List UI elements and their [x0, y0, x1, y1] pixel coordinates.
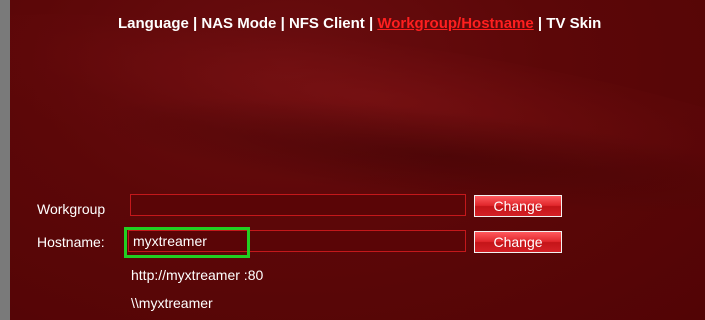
nav-tv-skin[interactable]: TV Skin	[546, 15, 601, 32]
nav-separator: |	[280, 15, 285, 32]
hostname-label: Hostname:	[37, 234, 105, 250]
workgroup-change-button[interactable]: Change	[474, 195, 562, 217]
nav-workgroup-hostname[interactable]: Workgroup/Hostname	[377, 15, 533, 32]
settings-panel: Language | NAS Mode | NFS Client | Workg…	[10, 0, 705, 320]
workgroup-input[interactable]	[130, 194, 466, 216]
smb-path: \\myxtreamer	[131, 295, 213, 311]
nav-separator: |	[537, 15, 543, 32]
nav-nas-mode[interactable]: NAS Mode	[201, 15, 276, 32]
nav-language[interactable]: Language	[118, 15, 189, 32]
nav-nfs-client[interactable]: NFS Client	[289, 15, 365, 32]
nav-separator: |	[193, 15, 198, 32]
workgroup-label: Workgroup	[37, 201, 106, 217]
nav-separator: |	[368, 15, 374, 32]
http-address: http://myxtreamer :80	[131, 267, 264, 283]
hostname-change-button[interactable]: Change	[474, 231, 562, 253]
top-nav: Language | NAS Mode | NFS Client | Workg…	[118, 15, 601, 32]
hostname-highlight	[124, 227, 250, 258]
